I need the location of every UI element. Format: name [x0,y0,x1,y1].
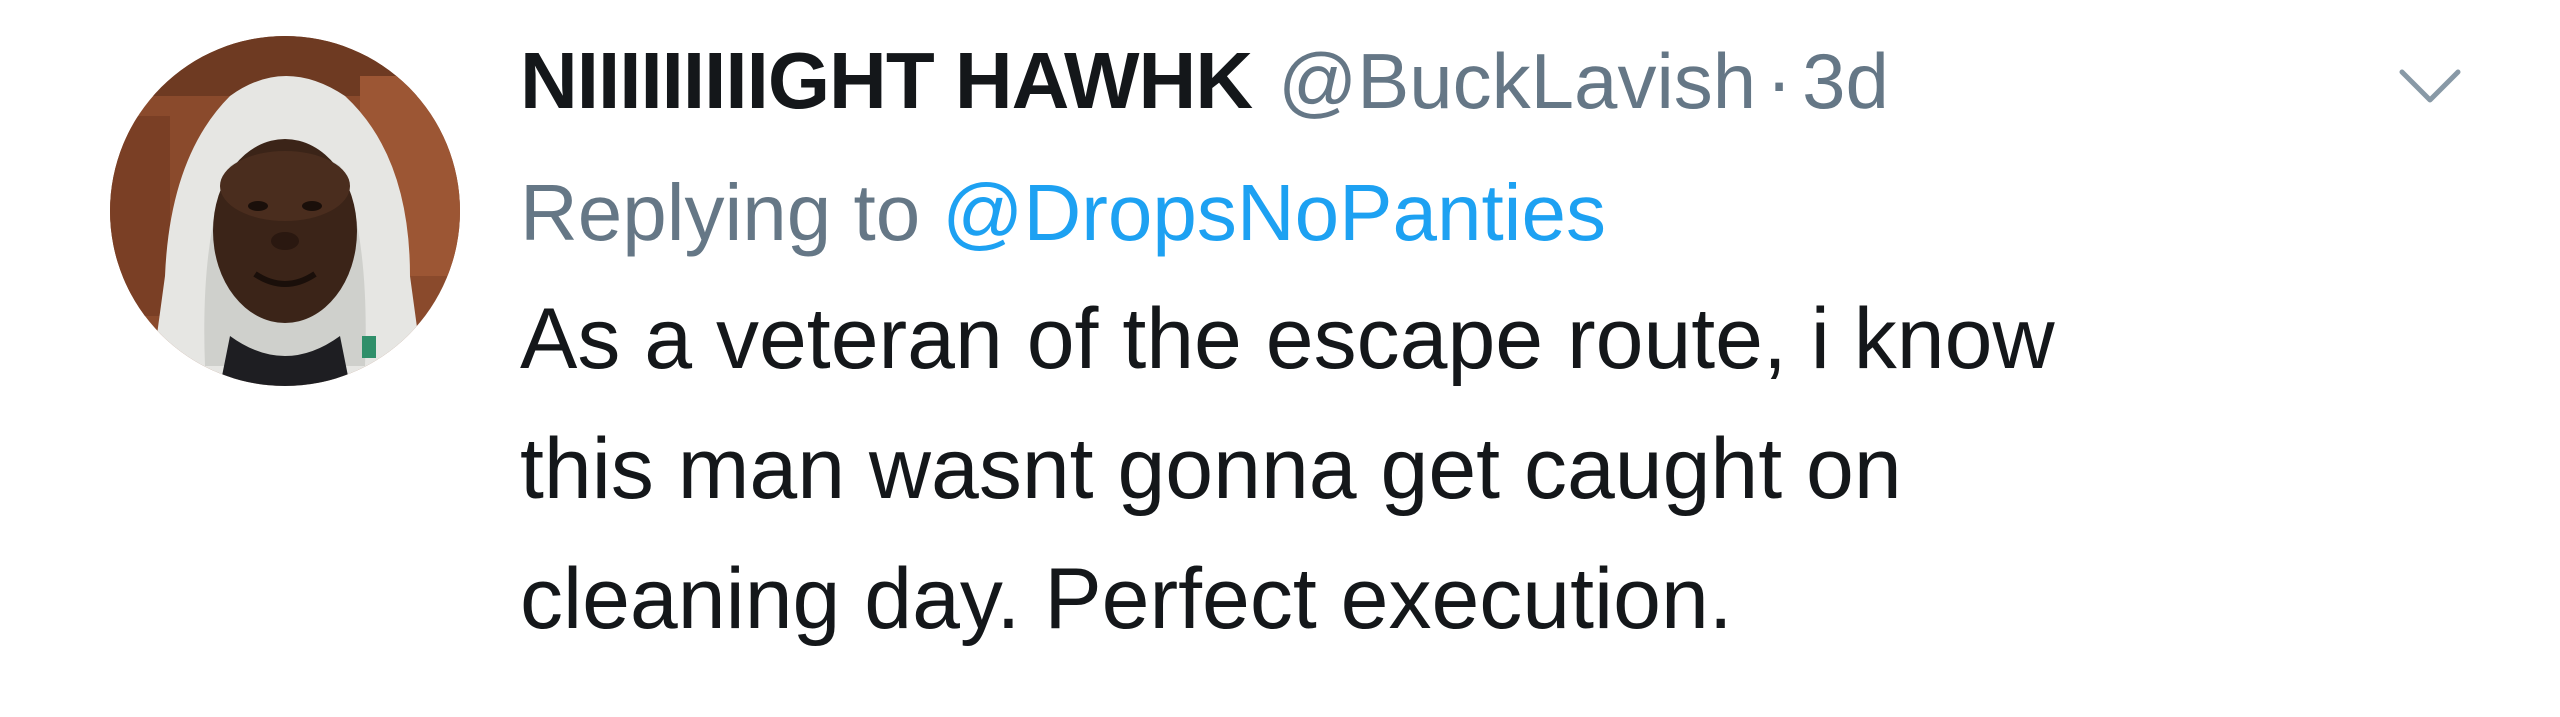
tweet-header: NIIIIIIIIIGHT HAWHK @BuckLavish · 3d [520,26,2470,136]
tweet-content: NIIIIIIIIIGHT HAWHK @BuckLavish · 3d Rep… [520,26,2470,664]
replying-to: Replying to @DropsNoPanties [520,158,2470,268]
separator-dot: · [1766,37,1793,125]
avatar[interactable] [110,36,460,386]
avatar-photo-icon [110,36,460,386]
timestamp[interactable]: 3d [1802,26,1889,136]
tweet-text: As a veteran of the escape route, i know… [520,291,2055,647]
replying-to-label: Replying to [520,168,921,257]
display-name[interactable]: NIIIIIIIIIGHT HAWHK [520,26,1253,136]
user-handle[interactable]: @BuckLavish [1278,26,1756,136]
chevron-down-icon[interactable] [2390,56,2470,116]
replying-to-handle-link[interactable]: @DropsNoPanties [942,168,1606,257]
tweet[interactable]: NIIIIIIIIIGHT HAWHK @BuckLavish · 3d Rep… [0,0,2560,717]
